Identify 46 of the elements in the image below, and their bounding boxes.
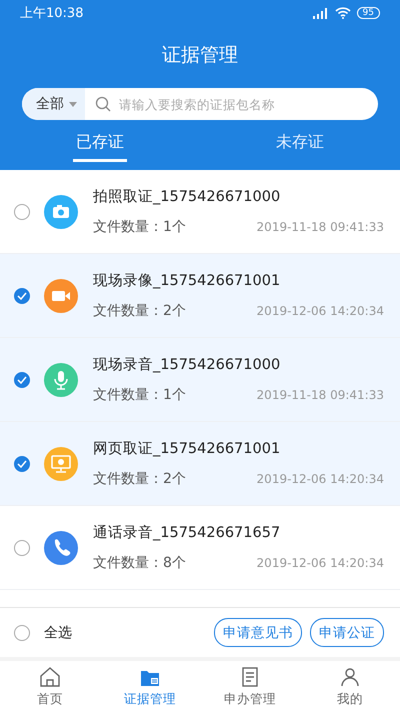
evidence-row[interactable]: 现场录像_1575426671001 文件数量：2个 2019-12-06 14:20:34	[0, 254, 400, 338]
apply-button[interactable]: 申请意见书	[214, 618, 302, 647]
evidence-row[interactable]: 现场录音_1575426671000 文件数量：1个 2019-11-18 09:41:33	[0, 338, 400, 422]
file-count: 文件数量：2个	[93, 302, 186, 320]
checkbox[interactable]	[14, 372, 30, 388]
file-count: 文件数量：1个	[93, 218, 186, 236]
evidence-name: 通话录音_1575426671657	[93, 524, 282, 542]
timestamp: 2019-12-06 14:20:34	[256, 556, 384, 570]
battery-indicator: 95	[356, 7, 380, 19]
nav-tab[interactable]: 申办管理	[200, 661, 300, 711]
evidence-name: 拍照取证_1575426671000	[93, 188, 282, 206]
timestamp: 2019-12-06 14:20:34	[256, 304, 384, 318]
tab[interactable]: 已存证	[73, 132, 127, 162]
nav-tab[interactable]: 我的	[300, 661, 400, 711]
wifi-icon	[334, 7, 351, 19]
nav-tab[interactable]: 证据管理	[100, 661, 200, 711]
search-icon	[95, 96, 111, 112]
home-icon	[38, 664, 62, 688]
checkbox[interactable]	[14, 540, 30, 556]
file-count: 文件数量：1个	[93, 386, 186, 404]
evidence-name: 现场录音_1575426671000	[93, 356, 282, 374]
select-all-checkbox[interactable]	[14, 624, 30, 640]
page-title: 证据管理	[161, 43, 239, 68]
select-all-label[interactable]: 全选	[44, 624, 72, 642]
status-time: 上午10:38	[20, 5, 84, 22]
file-count: 文件数量：8个	[93, 554, 186, 572]
file-count: 文件数量：2个	[93, 470, 186, 488]
caret-icon	[69, 102, 77, 106]
evidence-name: 网页取证_1575426671001	[93, 440, 282, 458]
apply-button[interactable]: 申请公证	[310, 618, 384, 647]
search-field[interactable]: 请输入要搜索的证据包名称	[117, 96, 378, 112]
check-icon	[17, 460, 27, 468]
checkbox[interactable]	[14, 456, 30, 472]
timestamp: 2019-12-06 14:20:34	[256, 472, 384, 486]
timestamp: 2019-11-18 09:41:33	[256, 388, 384, 402]
evidence-row[interactable]: 网页取证_1575426671001 文件数量：2个 2019-12-06 14:20:34	[0, 422, 400, 506]
check-icon	[17, 292, 27, 300]
checkbox[interactable]	[14, 204, 30, 220]
evidence-name: 现场录像_1575426671001	[93, 272, 282, 290]
signal-icon	[312, 8, 329, 18]
check-icon	[17, 376, 27, 384]
filter-dropdown[interactable]: 全部	[22, 88, 85, 120]
nav-tab[interactable]: 首页	[0, 661, 100, 711]
search-bar[interactable]: 全部 请输入要搜索的证据包名称	[22, 88, 378, 120]
timestamp: 2019-11-18 09:41:33	[256, 220, 384, 234]
checkbox[interactable]	[14, 288, 30, 304]
